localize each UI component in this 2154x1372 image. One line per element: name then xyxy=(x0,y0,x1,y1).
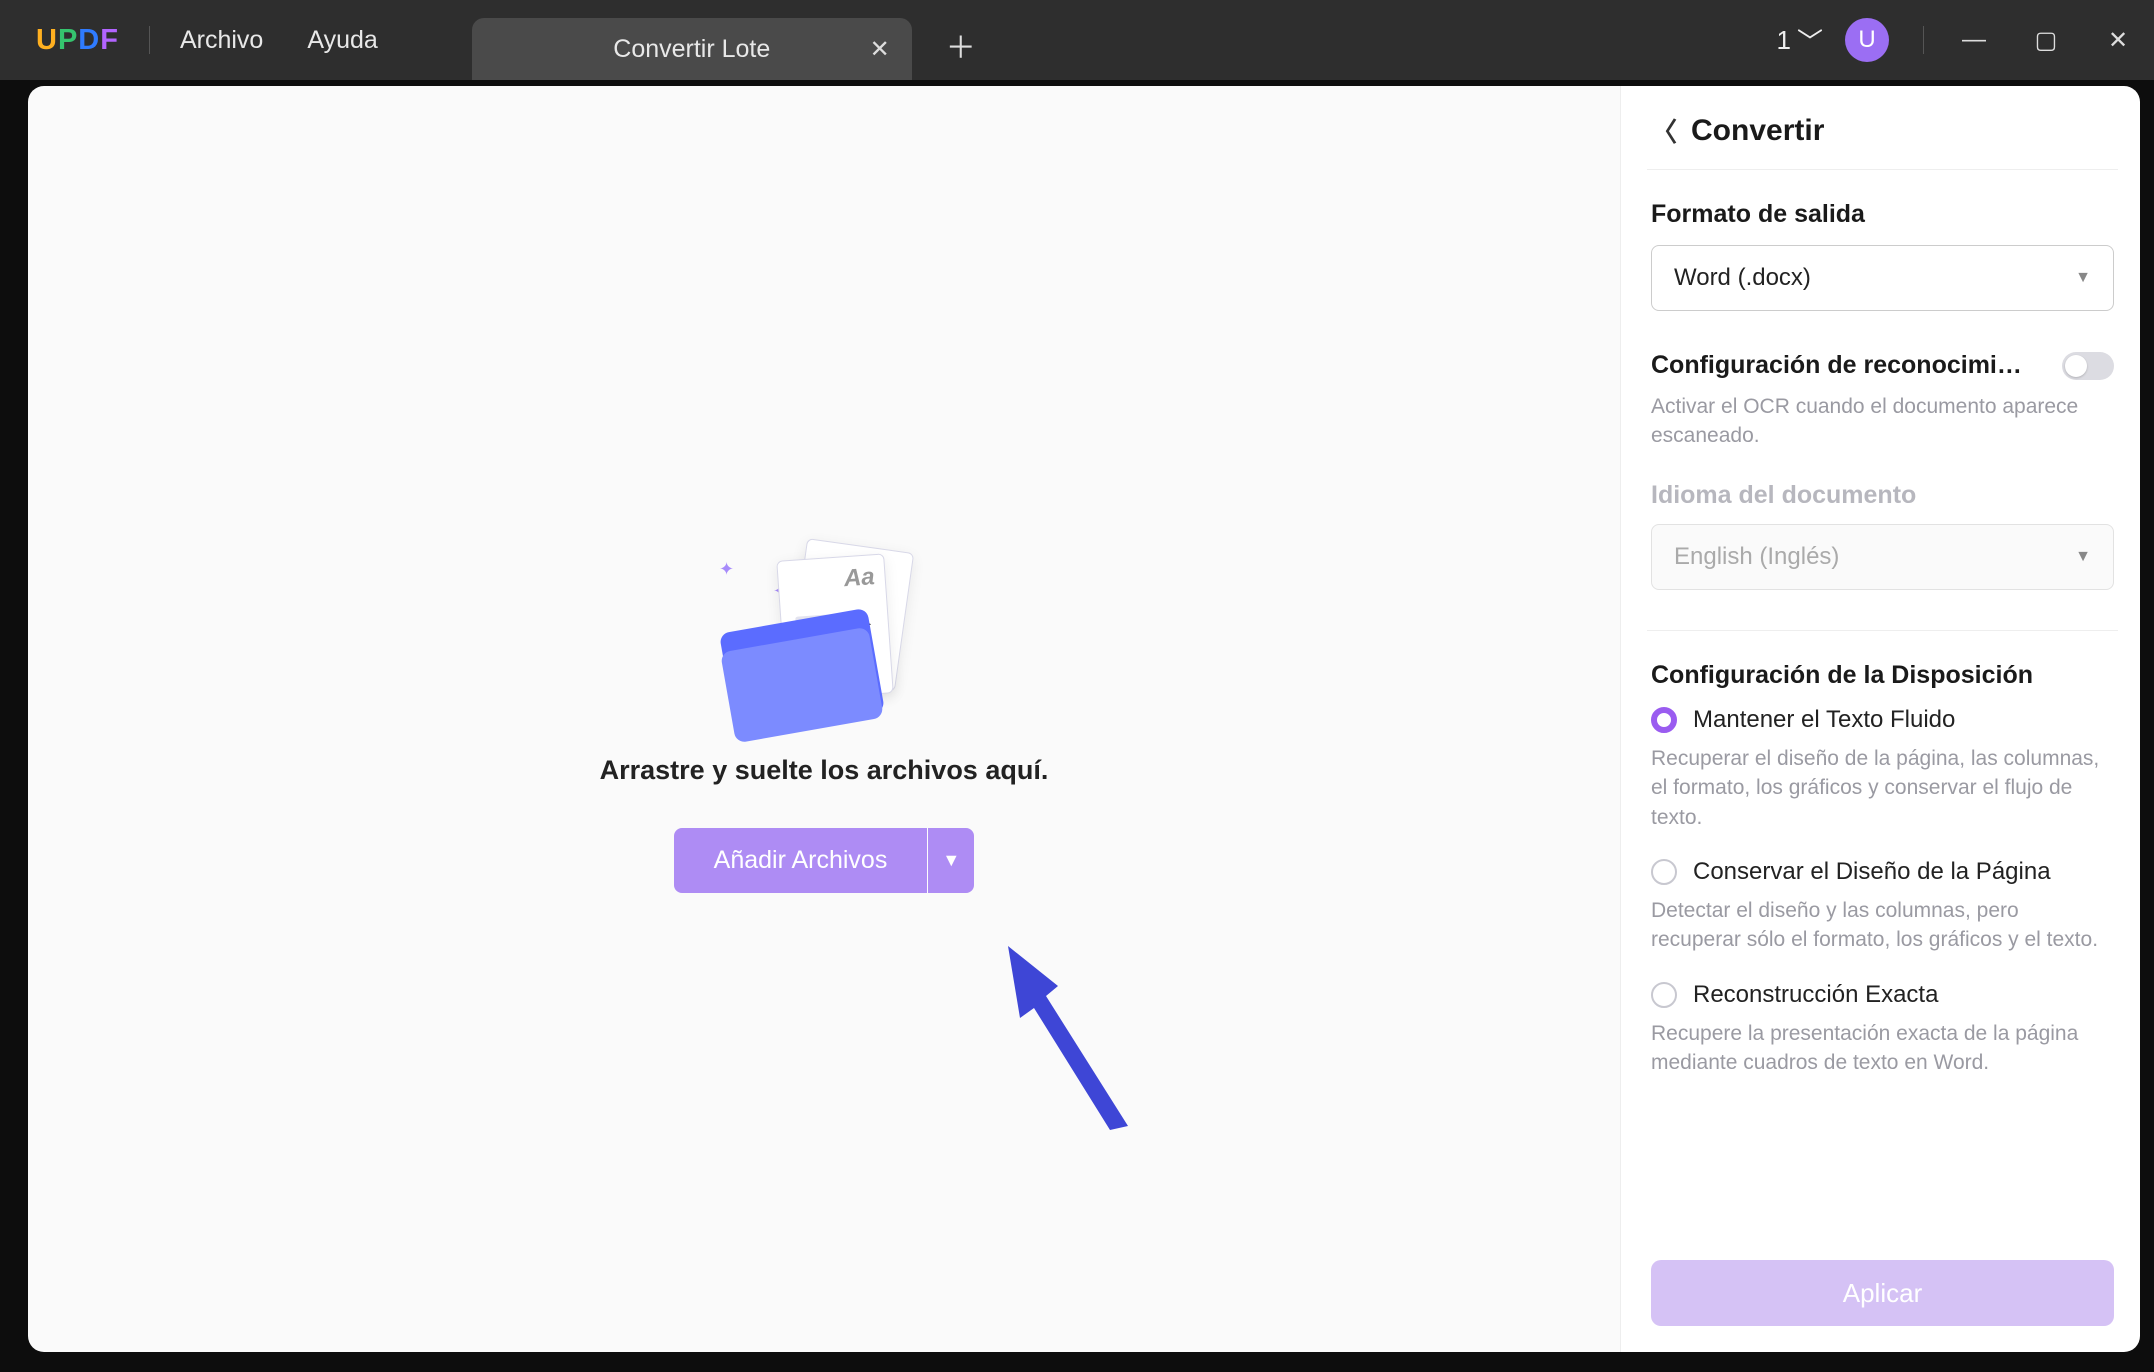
divider xyxy=(1647,169,2118,170)
logo-letter: D xyxy=(78,24,100,57)
output-format-select[interactable]: Word (.docx) ▼ xyxy=(1651,245,2114,311)
add-files-menu-button[interactable]: ▼ xyxy=(928,828,974,893)
ocr-row: Configuración de reconocimient… xyxy=(1651,351,2114,380)
radio-icon xyxy=(1651,982,1677,1008)
drop-zone[interactable]: ✦✦ ➤ Arrastre y suelte los archivos aquí… xyxy=(28,86,1620,1352)
convert-panel: 〈 Convertir Formato de salida Word (.doc… xyxy=(1620,86,2140,1352)
tab-batch-convert[interactable]: Convertir Lote ✕ xyxy=(472,18,912,80)
add-files-button[interactable]: Añadir Archivos xyxy=(674,828,928,893)
radio-label: Reconstrucción Exacta xyxy=(1693,981,1938,1009)
body: ✦✦ ➤ Arrastre y suelte los archivos aquí… xyxy=(0,80,2154,1372)
ocr-description: Activar el OCR cuando el documento apare… xyxy=(1651,392,2114,451)
back-icon[interactable]: 〈 xyxy=(1651,112,1677,149)
divider xyxy=(1647,630,2118,631)
layout-option-preserve[interactable]: Conservar el Diseño de la Página xyxy=(1651,858,2114,886)
ocr-block: Configuración de reconocimient… Activar … xyxy=(1651,351,2114,590)
radio-label: Conservar el Diseño de la Página xyxy=(1693,858,2051,886)
layout-block: Configuración de la Disposición Mantener… xyxy=(1651,661,2114,1104)
folder-illustration-icon: ✦✦ ➤ xyxy=(719,545,929,725)
minimize-button[interactable]: — xyxy=(1938,0,2010,80)
open-count-dropdown[interactable]: 1 ﹀ xyxy=(1769,22,1831,59)
language-value: English (Inglés) xyxy=(1674,543,1839,571)
output-format-block: Formato de salida Word (.docx) ▼ xyxy=(1651,200,2114,311)
radio-description: Recupere la presentación exacta de la pá… xyxy=(1651,1019,2114,1078)
drop-area: ✦✦ ➤ Arrastre y suelte los archivos aquí… xyxy=(600,545,1049,893)
output-format-label: Formato de salida xyxy=(1651,200,2114,229)
chevron-down-icon: ▼ xyxy=(2075,269,2091,287)
apply-button[interactable]: Aplicar xyxy=(1651,1260,2114,1326)
annotation-arrow-icon xyxy=(998,936,1158,1141)
ocr-toggle[interactable] xyxy=(2062,352,2114,380)
output-format-value: Word (.docx) xyxy=(1674,264,1811,292)
menu-file[interactable]: Archivo xyxy=(180,26,263,55)
layout-option-flowing[interactable]: Mantener el Texto Fluido xyxy=(1651,706,2114,734)
window-controls: 1 ﹀ U — ▢ ✕ xyxy=(1769,0,2154,80)
divider xyxy=(1923,26,1924,54)
panel-title: Convertir xyxy=(1691,114,1824,148)
divider xyxy=(149,26,150,54)
drop-instruction: Arrastre y suelte los archivos aquí. xyxy=(600,755,1049,786)
close-icon[interactable]: ✕ xyxy=(870,35,890,64)
menu-help[interactable]: Ayuda xyxy=(307,26,377,55)
open-count: 1 xyxy=(1777,25,1791,56)
layout-title: Configuración de la Disposición xyxy=(1651,661,2114,690)
radio-description: Recuperar el diseño de la página, las co… xyxy=(1651,744,2114,832)
panel-header: 〈 Convertir xyxy=(1651,112,2114,169)
app-window: U P D F Archivo Ayuda Convertir Lote ✕ ＋… xyxy=(0,0,2154,1372)
logo-letter: F xyxy=(100,24,119,57)
new-tab-button[interactable]: ＋ xyxy=(946,23,976,67)
ocr-title: Configuración de reconocimient… xyxy=(1651,351,2031,380)
maximize-button[interactable]: ▢ xyxy=(2010,0,2082,80)
radio-icon xyxy=(1651,859,1677,885)
logo-letter: P xyxy=(58,24,78,57)
close-button[interactable]: ✕ xyxy=(2082,0,2154,80)
chevron-down-icon: ▼ xyxy=(2075,548,2091,566)
add-files-split-button: Añadir Archivos ▼ xyxy=(674,828,975,893)
titlebar: U P D F Archivo Ayuda Convertir Lote ✕ ＋… xyxy=(0,0,2154,80)
tab-title: Convertir Lote xyxy=(613,35,770,64)
app-logo: U P D F xyxy=(36,24,119,57)
avatar[interactable]: U xyxy=(1845,18,1889,62)
layout-option-exact[interactable]: Reconstrucción Exacta xyxy=(1651,981,2114,1009)
radio-description: Detectar el diseño y las columnas, pero … xyxy=(1651,896,2114,955)
language-select: English (Inglés) ▼ xyxy=(1651,524,2114,590)
logo-letter: U xyxy=(36,24,58,57)
language-label: Idioma del documento xyxy=(1651,481,2114,510)
panel-footer: Aplicar xyxy=(1651,1240,2114,1326)
chevron-down-icon: ﹀ xyxy=(1797,22,1823,59)
radio-icon xyxy=(1651,707,1677,733)
radio-label: Mantener el Texto Fluido xyxy=(1693,706,1955,734)
